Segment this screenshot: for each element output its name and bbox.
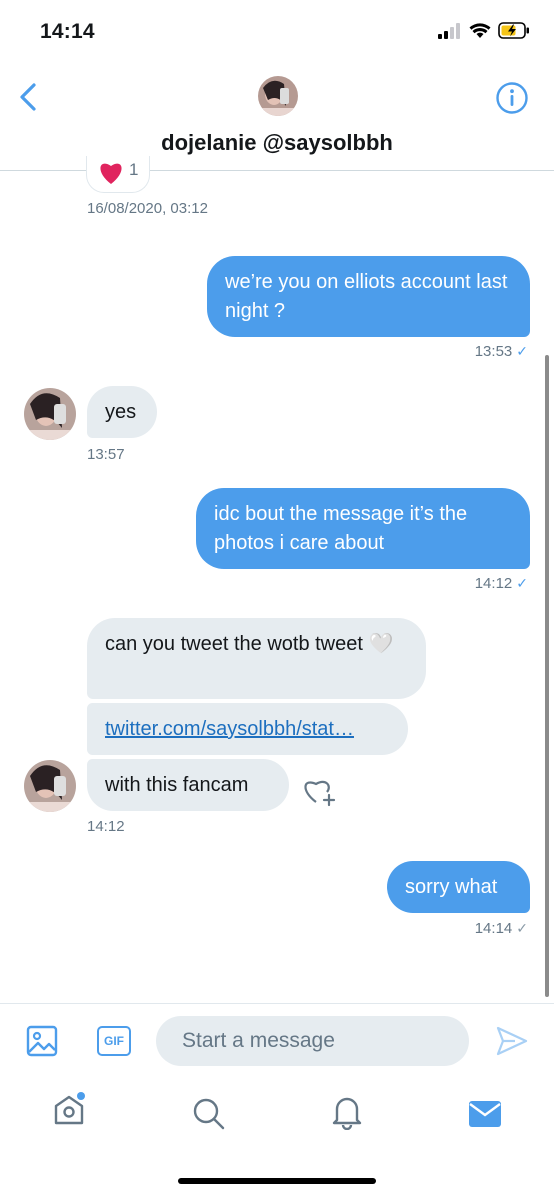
sent-check-icon: ✓ xyxy=(516,575,528,591)
wifi-icon xyxy=(469,22,491,38)
incoming-message[interactable]: can you tweet the wotb tweet 🤍 xyxy=(87,618,426,699)
add-reaction-heart-icon[interactable] xyxy=(302,776,336,808)
message-timestamp: 16/08/2020, 03:12 xyxy=(87,200,208,217)
send-icon[interactable] xyxy=(495,1025,529,1057)
sender-avatar[interactable] xyxy=(24,388,76,440)
sent-check-icon: ✓ xyxy=(516,343,528,359)
notifications-bell-icon[interactable] xyxy=(331,1094,363,1130)
message-input[interactable]: Start a message xyxy=(156,1016,469,1066)
heart-filled-icon xyxy=(100,163,122,184)
home-icon[interactable] xyxy=(53,1090,89,1130)
message-time: 14:12 xyxy=(87,818,125,835)
message-meta: 13:53 ✓ xyxy=(475,343,528,360)
header-avatar[interactable] xyxy=(258,76,298,116)
composer-divider xyxy=(0,1003,554,1004)
back-chevron-icon[interactable] xyxy=(16,82,42,112)
delivered-check-icon: ✓ xyxy=(516,920,528,936)
message-time: 13:53 xyxy=(474,343,513,360)
message-time: 14:14 xyxy=(474,920,513,937)
message-time: 13:57 xyxy=(87,446,125,463)
incoming-message[interactable]: yes xyxy=(87,386,157,438)
message-meta: 14:14 ✓ xyxy=(475,920,528,937)
status-time: 14:14 xyxy=(40,20,95,43)
gif-button[interactable]: GIF xyxy=(97,1026,131,1056)
signal-icon xyxy=(438,22,460,39)
info-icon[interactable] xyxy=(495,81,529,115)
reaction-badge[interactable]: 1 xyxy=(86,156,150,193)
message-time: 14:12 xyxy=(474,575,513,592)
outgoing-message[interactable]: sorry what xyxy=(387,861,530,913)
conversation-title: dojelanie @saysolbbh xyxy=(161,130,393,155)
sender-avatar[interactable] xyxy=(24,760,76,812)
outgoing-message[interactable]: idc bout the message it’s the photos i c… xyxy=(196,488,530,569)
messages-mail-icon[interactable] xyxy=(468,1100,502,1128)
scrollbar[interactable] xyxy=(545,355,549,997)
incoming-link-message[interactable]: twitter.com/saysolbbh/stat… xyxy=(87,703,408,755)
tweet-link[interactable]: twitter.com/saysolbbh/stat… xyxy=(105,718,354,740)
incoming-message[interactable]: with this fancam xyxy=(87,759,289,811)
search-icon[interactable] xyxy=(192,1097,226,1131)
battery-charging-icon xyxy=(498,22,529,39)
status-icons xyxy=(438,22,530,39)
reaction-count: 1 xyxy=(129,160,139,179)
outgoing-message[interactable]: we’re you on elliots account last night … xyxy=(207,256,530,337)
message-meta: 14:12 ✓ xyxy=(475,575,528,592)
image-icon[interactable] xyxy=(26,1025,58,1057)
header-divider xyxy=(0,170,554,171)
home-indicator[interactable] xyxy=(178,1178,376,1184)
